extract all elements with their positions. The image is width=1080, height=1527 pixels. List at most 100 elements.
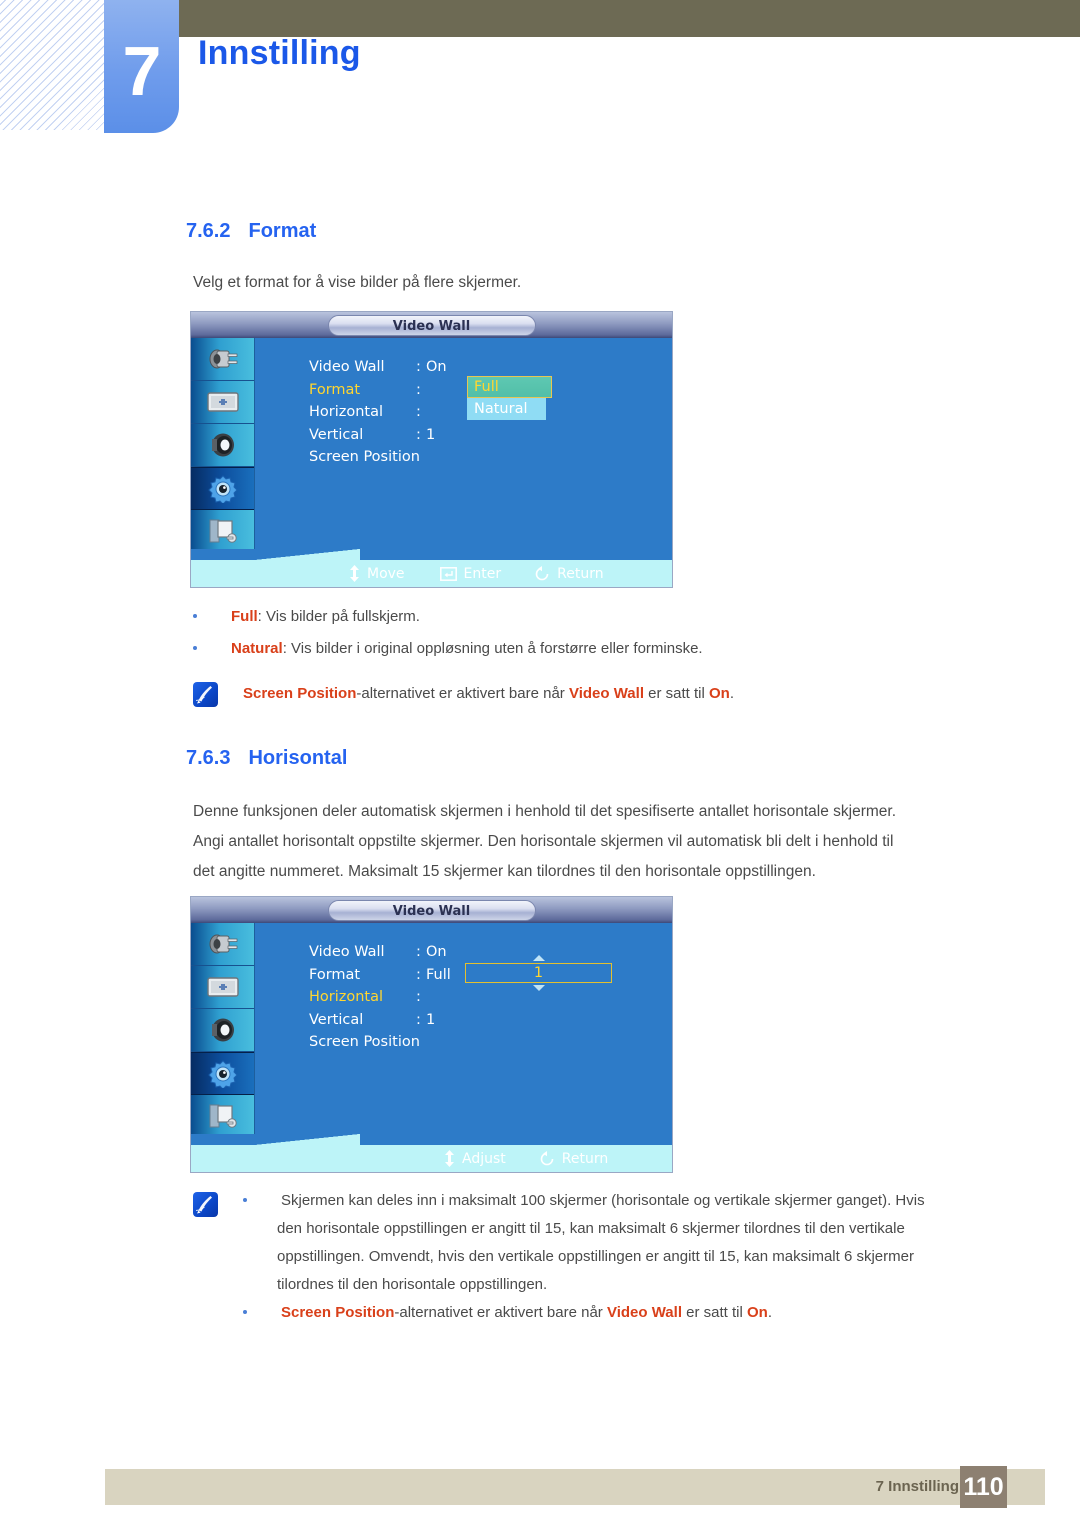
osd2-row-vertical[interactable]: Vertical:1 bbox=[309, 1009, 451, 1032]
osd2-hint-adjust-label: Adjust bbox=[462, 1150, 506, 1167]
osd1-row-vertical[interactable]: Vertical:1 bbox=[309, 424, 447, 447]
osd2-icon-input-plug[interactable] bbox=[191, 923, 254, 966]
return-arrow-icon bbox=[534, 565, 550, 582]
osd1-value-video-wall: On bbox=[426, 359, 447, 375]
osd2-label-horizontal: Horizontal bbox=[309, 989, 384, 1005]
bullet-dot-icon bbox=[243, 1197, 247, 1202]
note1-text-6: . bbox=[729, 685, 735, 702]
footer-label: 7 Innstilling bbox=[875, 1478, 959, 1495]
osd1-title-bar: Video Wall bbox=[191, 312, 672, 338]
note1-term-screen-position: Screen Position bbox=[243, 685, 357, 702]
osd1-hint-enter-label: Enter bbox=[463, 565, 502, 582]
note2-text-4: er satt til bbox=[681, 1304, 748, 1321]
osd1-icon-input-plug[interactable] bbox=[191, 338, 254, 381]
osd2-colon-3: : bbox=[416, 1011, 421, 1028]
osd2-body: Video Wall: On Format: Full Horizontal: Ve… bbox=[256, 923, 672, 1136]
osd1-format-dropdown[interactable]: Full Natural bbox=[467, 376, 552, 420]
note2-bullet1: Skjermen kan deles inn i maksimalt 100 s… bbox=[243, 1187, 925, 1215]
up-down-arrow-icon bbox=[349, 565, 360, 582]
section-763-intro-line2: Angi antallet horisontalt oppstilte skje… bbox=[193, 833, 894, 850]
osd1-row-video-wall[interactable]: Video Wall: On bbox=[309, 356, 447, 379]
chapter-number: 7 bbox=[122, 32, 162, 110]
osd1-colon-0: : bbox=[416, 359, 421, 375]
osd2-colon-2: : bbox=[416, 989, 421, 1005]
up-down-arrow-icon bbox=[444, 1150, 455, 1167]
footer-page-number: 110 bbox=[960, 1466, 1007, 1508]
osd2-colon-1: : bbox=[416, 966, 421, 983]
bullet-full-rest: : Vis bilder på fullskjerm. bbox=[257, 608, 420, 625]
section-763-intro-line3: det angitte nummeret. Maksimalt 15 skjer… bbox=[193, 863, 816, 880]
osd1-hints: Move Enter Return bbox=[191, 560, 672, 587]
osd1-icon-picture-screen[interactable] bbox=[191, 381, 254, 424]
bullet-dot-icon bbox=[193, 645, 197, 650]
osd1-icon-multi-control[interactable] bbox=[191, 510, 254, 553]
osd2-label-vertical: Vertical bbox=[309, 1011, 364, 1028]
osd2-row-format[interactable]: Format: Full bbox=[309, 964, 451, 987]
osd1-hint-enter: Enter bbox=[439, 565, 502, 582]
note2-line4-wrap: tilordnes til den horisontale oppstillin… bbox=[277, 1276, 548, 1293]
note2-term-video-wall: Video Wall bbox=[606, 1304, 682, 1321]
osd1-title-text: Video Wall bbox=[392, 319, 471, 334]
osd-screenshot-format: Video Wall Video Wall: On Format: Hori… bbox=[190, 311, 673, 588]
osd-screenshot-horizontal: Video Wall Video Wall: On Format: Full… bbox=[190, 896, 673, 1173]
section-number: 7.6.3 bbox=[186, 747, 231, 769]
input-plug-icon bbox=[209, 934, 237, 954]
osd1-body: Video Wall: On Format: Horizontal: Vertic… bbox=[256, 338, 672, 551]
multi-control-icon bbox=[209, 1104, 237, 1128]
gear-setup-icon bbox=[207, 474, 238, 503]
osd2-label-screen-position: Screen Position bbox=[309, 1034, 420, 1050]
osd1-row-screen-position[interactable]: Screen Position bbox=[309, 446, 447, 469]
picture-screen-icon bbox=[206, 392, 239, 412]
osd2-sidebar bbox=[191, 923, 255, 1138]
osd2-hint-adjust: Adjust bbox=[444, 1150, 506, 1167]
osd1-dropdown-option-natural[interactable]: Natural bbox=[467, 398, 546, 420]
bullet-natural-term: Natural bbox=[231, 640, 283, 657]
multi-control-icon bbox=[209, 519, 237, 543]
osd2-footer-slope bbox=[255, 1134, 360, 1145]
bullet-dot-icon bbox=[243, 1309, 247, 1314]
osd2-row-horizontal[interactable]: Horizontal: bbox=[309, 986, 451, 1009]
bullet-natural: Natural: Vis bilder i original oppløsnin… bbox=[193, 635, 703, 663]
note1-term-video-wall: Video Wall bbox=[568, 685, 644, 702]
section-title: Format bbox=[248, 220, 317, 242]
note2-line3-wrap: oppstillingen. Omvendt, hvis den vertika… bbox=[277, 1248, 914, 1265]
speaker-icon bbox=[211, 433, 234, 457]
footer-bar: 7 Innstilling 110 bbox=[105, 1466, 1045, 1508]
osd1-hint-return-label: Return bbox=[557, 565, 604, 582]
osd2-icon-picture-screen[interactable] bbox=[191, 966, 254, 1009]
osd1-label-vertical: Vertical bbox=[309, 426, 364, 443]
section-heading-762: 7.6.2 Format bbox=[186, 220, 316, 243]
osd2-icon-speaker[interactable] bbox=[191, 1009, 254, 1052]
osd2-icon-gear-setup[interactable] bbox=[191, 1052, 254, 1095]
picture-screen-icon bbox=[206, 977, 239, 997]
osd1-label-horizontal: Horizontal bbox=[309, 404, 384, 420]
osd2-icon-multi-control[interactable] bbox=[191, 1095, 254, 1138]
osd1-icon-gear-setup[interactable] bbox=[191, 467, 254, 510]
note2-term-on: On bbox=[747, 1304, 768, 1321]
header-hatch-pattern bbox=[0, 0, 104, 130]
osd2-value-format: Full bbox=[426, 966, 451, 983]
osd2-row-screen-position[interactable]: Screen Position bbox=[309, 1031, 451, 1054]
osd2-hints: Adjust Return bbox=[191, 1145, 672, 1172]
osd2-horizontal-spinner[interactable]: 1 bbox=[465, 954, 612, 991]
osd1-label-format: Format bbox=[309, 381, 361, 398]
osd1-row-format[interactable]: Format: bbox=[309, 379, 447, 402]
osd1-icon-speaker[interactable] bbox=[191, 424, 254, 467]
spinner-down-arrow-icon[interactable] bbox=[532, 984, 545, 991]
osd2-hint-return-label: Return bbox=[561, 1150, 609, 1167]
osd2-hint-return: Return bbox=[539, 1150, 609, 1167]
section-heading-763: 7.6.3 Horisontal bbox=[186, 747, 347, 770]
osd1-row-horizontal[interactable]: Horizontal: bbox=[309, 401, 447, 424]
osd1-label-screen-position: Screen Position bbox=[309, 449, 420, 465]
osd2-row-video-wall[interactable]: Video Wall: On bbox=[309, 941, 451, 964]
bullet-natural-rest: : Vis bilder i original oppløsning uten … bbox=[282, 640, 703, 657]
spinner-up-arrow-icon[interactable] bbox=[532, 954, 545, 961]
note-pen-icon bbox=[193, 1192, 218, 1217]
osd2-label-format: Format bbox=[309, 966, 361, 983]
section-number: 7.6.2 bbox=[186, 220, 231, 242]
note2-text-6: . bbox=[767, 1304, 773, 1321]
osd1-menu-rows: Video Wall: On Format: Horizontal: Vertic… bbox=[309, 356, 552, 469]
osd1-colon-2: : bbox=[416, 404, 421, 420]
osd1-dropdown-option-full[interactable]: Full bbox=[467, 376, 552, 398]
osd2-footer: Adjust Return bbox=[191, 1134, 672, 1172]
